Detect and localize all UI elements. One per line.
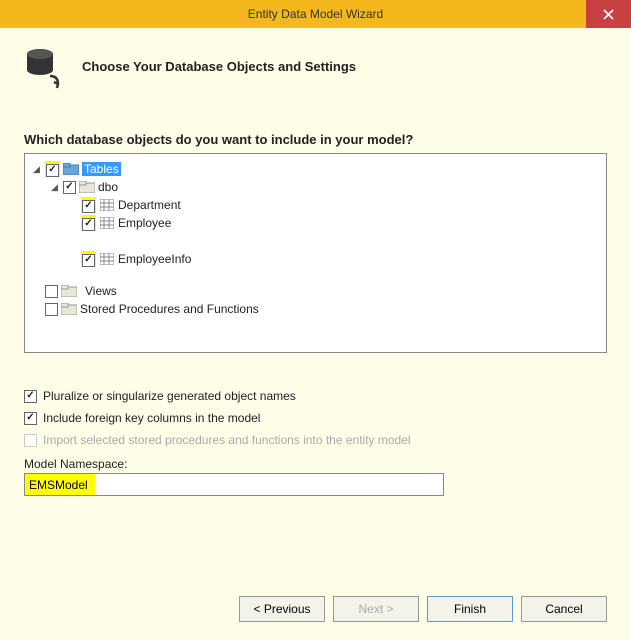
option-foreign-keys[interactable]: Include foreign key columns in the model	[24, 411, 607, 425]
views-icon	[61, 284, 77, 298]
button-row: < Previous Next > Finish Cancel	[239, 596, 607, 622]
expander-icon[interactable]: ◢	[31, 164, 42, 175]
wizard-header: Choose Your Database Objects and Setting…	[24, 46, 607, 86]
wizard-content: Choose Your Database Objects and Setting…	[0, 28, 631, 640]
previous-button[interactable]: < Previous	[239, 596, 325, 622]
next-button: Next >	[333, 596, 419, 622]
table-icon	[99, 252, 115, 266]
expander-icon[interactable]: ◢	[49, 182, 60, 193]
tree-label: dbo	[98, 180, 118, 194]
option-pluralize[interactable]: Pluralize or singularize generated objec…	[24, 389, 607, 403]
folder-icon	[63, 162, 79, 176]
checkbox-tables[interactable]	[46, 164, 59, 177]
tree-node-department[interactable]: Department	[29, 196, 602, 214]
namespace-label: Model Namespace:	[24, 457, 607, 471]
checkbox-views[interactable]	[45, 285, 58, 298]
options-group: Pluralize or singularize generated objec…	[24, 389, 607, 447]
close-button[interactable]	[586, 0, 631, 28]
table-icon	[99, 198, 115, 212]
database-icon	[24, 46, 64, 86]
option-import-sprocs: Import selected stored procedures and fu…	[24, 433, 607, 447]
tree-node-employeeinfo[interactable]: EmployeeInfo	[29, 250, 602, 268]
checkbox-import-sprocs	[24, 434, 37, 447]
checkbox-pluralize[interactable]	[24, 390, 37, 403]
checkbox-employeeinfo[interactable]	[82, 254, 95, 267]
tree-node-views[interactable]: Views	[29, 282, 602, 300]
option-label: Include foreign key columns in the model	[43, 411, 260, 425]
titlebar: Entity Data Model Wizard	[0, 0, 631, 28]
tree-label: Views	[85, 284, 117, 298]
tree-node-tables[interactable]: ◢ Tables	[29, 160, 602, 178]
option-label: Pluralize or singularize generated objec…	[43, 389, 296, 403]
sprocs-icon	[61, 302, 77, 316]
objects-tree[interactable]: ◢ Tables ◢ dbo Department Employee Emplo…	[24, 153, 607, 353]
tree-label: Stored Procedures and Functions	[80, 302, 259, 316]
finish-button[interactable]: Finish	[427, 596, 513, 622]
table-icon	[99, 216, 115, 230]
close-icon	[603, 9, 614, 20]
tree-label: Department	[118, 198, 181, 212]
checkbox-dbo[interactable]	[63, 181, 76, 194]
tree-label: Employee	[118, 216, 171, 230]
titlebar-text: Entity Data Model Wizard	[248, 7, 383, 21]
tree-label: Tables	[82, 162, 121, 176]
wizard-step-title: Choose Your Database Objects and Setting…	[82, 59, 356, 74]
tree-node-dbo[interactable]: ◢ dbo	[29, 178, 602, 196]
checkbox-foreign-keys[interactable]	[24, 412, 37, 425]
option-label: Import selected stored procedures and fu…	[43, 433, 411, 447]
tree-node-sprocs[interactable]: Stored Procedures and Functions	[29, 300, 602, 318]
checkbox-sprocs[interactable]	[45, 303, 58, 316]
cancel-button[interactable]: Cancel	[521, 596, 607, 622]
checkbox-employee[interactable]	[82, 218, 95, 231]
schema-icon	[79, 180, 95, 194]
tree-node-employee[interactable]: Employee	[29, 214, 602, 232]
question-label: Which database objects do you want to in…	[24, 132, 607, 147]
tree-label: EmployeeInfo	[118, 252, 191, 266]
namespace-input[interactable]	[24, 473, 444, 496]
checkbox-department[interactable]	[82, 200, 95, 213]
